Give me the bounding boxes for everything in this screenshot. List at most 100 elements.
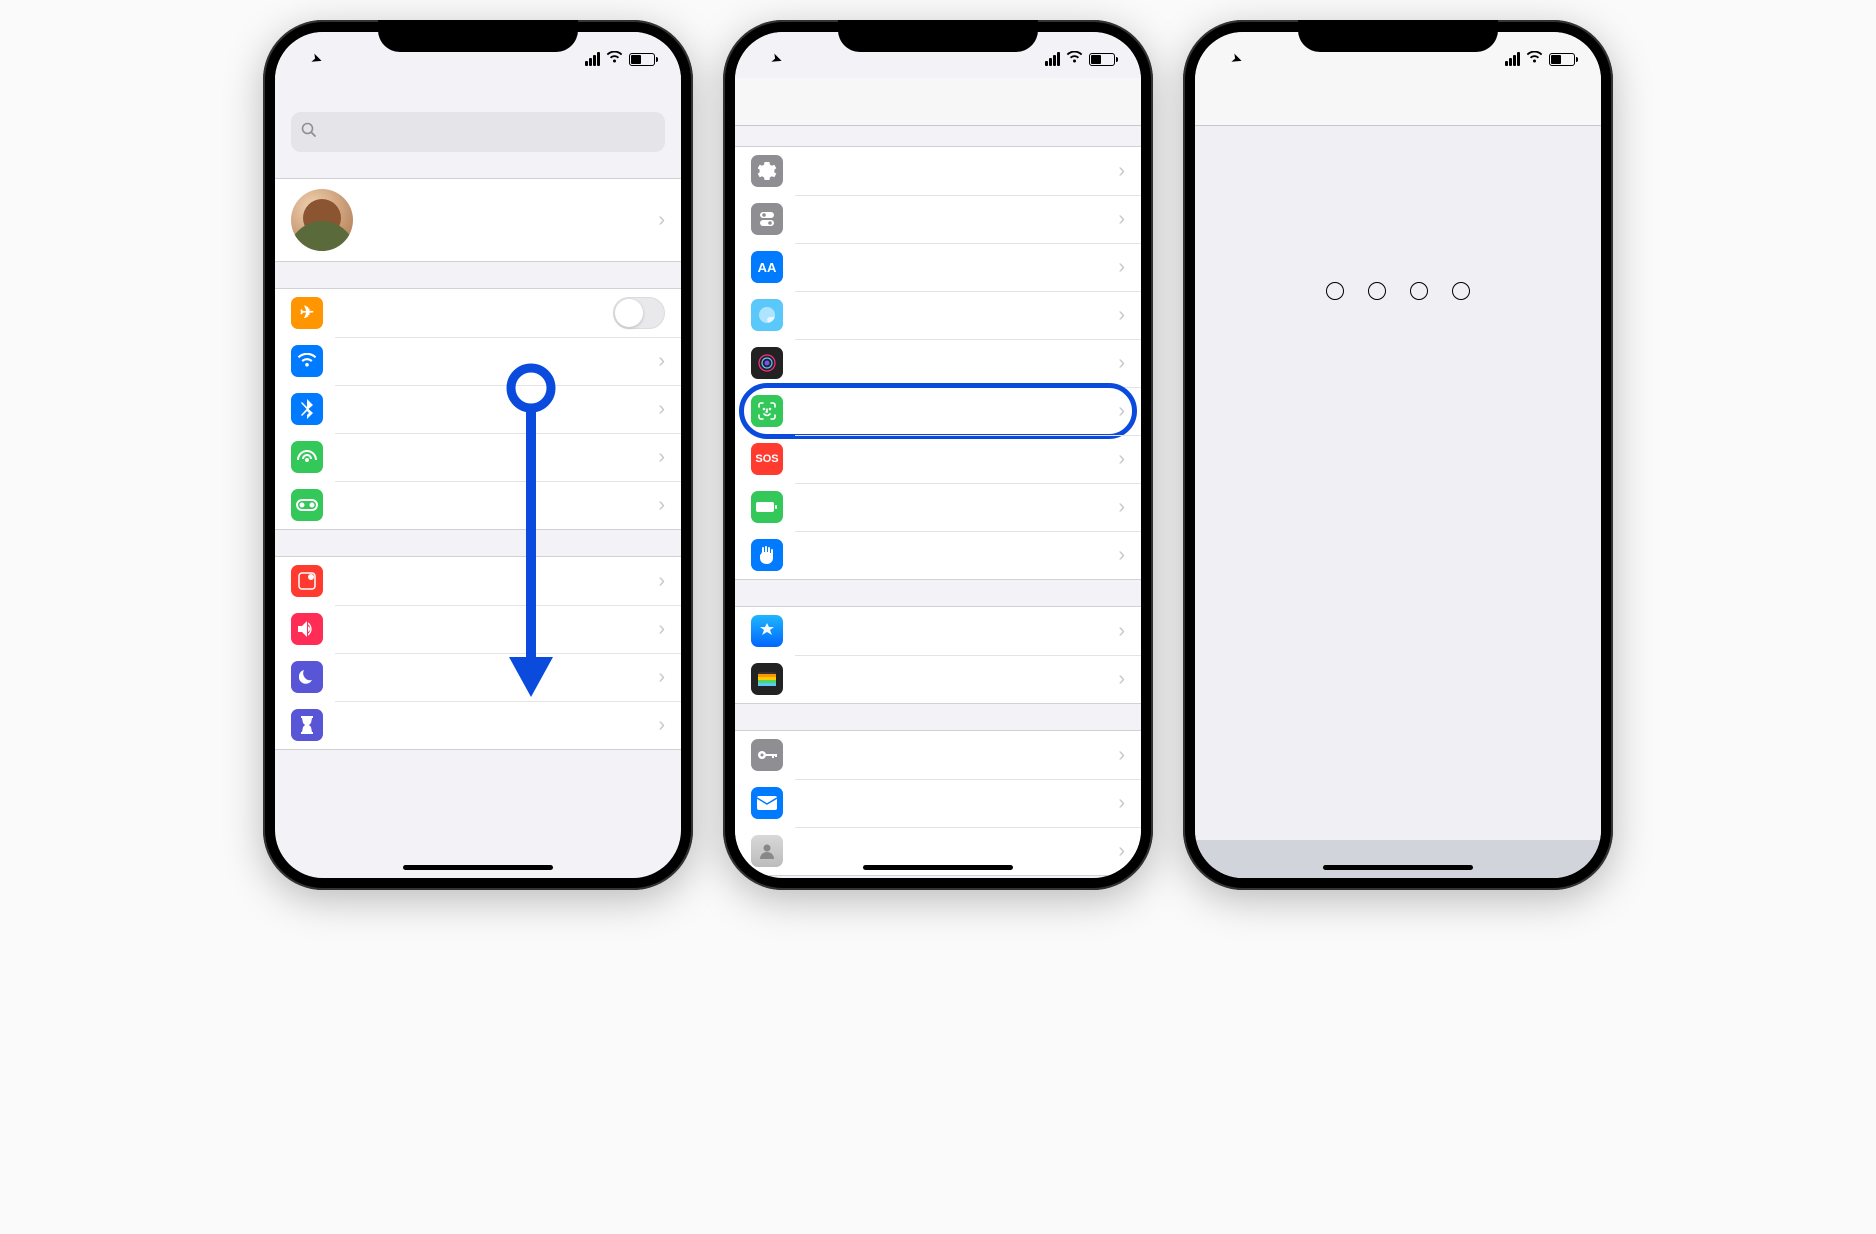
face-id-row[interactable]: ›: [735, 387, 1141, 435]
contacts-icon: [751, 835, 783, 867]
home-indicator[interactable]: [1323, 865, 1473, 870]
settings-content[interactable]: › › AA ›: [735, 126, 1141, 878]
search-icon: [301, 122, 317, 143]
apple-id-row[interactable]: ›: [275, 179, 681, 261]
nav-bar: [735, 78, 1141, 126]
screen-settings-scrolled: ➤ ›: [735, 32, 1141, 878]
chevron-right-icon: ›: [1118, 352, 1125, 375]
cellular-signal-icon: [585, 52, 600, 66]
siri-icon: [751, 347, 783, 379]
bluetooth-row[interactable]: ›: [275, 385, 681, 433]
cellular-row[interactable]: ›: [275, 433, 681, 481]
app-store-icon: [751, 615, 783, 647]
chevron-right-icon: ›: [1118, 304, 1125, 327]
passcode-dot: [1452, 282, 1470, 300]
chevron-right-icon: ›: [1118, 448, 1125, 471]
connectivity-section: ✈ › ›: [275, 288, 681, 530]
location-icon: ➤: [310, 51, 324, 68]
emergency-sos-row[interactable]: SOS ›: [735, 435, 1141, 483]
general-section: › › AA ›: [735, 146, 1141, 580]
chevron-right-icon: ›: [1118, 208, 1125, 231]
location-icon: ➤: [770, 51, 784, 68]
status-indicators: [1045, 51, 1115, 67]
phone-frame-1: ➤: [263, 20, 693, 890]
siri-row[interactable]: ›: [735, 339, 1141, 387]
nav-bar: [1195, 78, 1601, 126]
chevron-right-icon: ›: [658, 350, 665, 373]
cellular-signal-icon: [1505, 52, 1520, 66]
airplane-mode-row[interactable]: ✈: [275, 289, 681, 337]
wifi-icon: [1066, 51, 1083, 67]
wifi-icon: [1526, 51, 1543, 67]
sos-icon: SOS: [751, 443, 783, 475]
passcode-dot: [1410, 282, 1428, 300]
itunes-row[interactable]: ›: [735, 607, 1141, 655]
battery-icon: [1089, 53, 1115, 66]
chevron-right-icon: ›: [658, 714, 665, 737]
settings-content[interactable]: › ✈ ›: [275, 78, 681, 878]
wallet-row[interactable]: ›: [735, 655, 1141, 703]
notifications-row[interactable]: ›: [275, 557, 681, 605]
battery-row[interactable]: ›: [735, 483, 1141, 531]
wifi-settings-icon: [291, 345, 323, 377]
sounds-icon: [291, 613, 323, 645]
airplane-toggle[interactable]: [613, 297, 665, 329]
chevron-right-icon: ›: [1118, 668, 1125, 691]
home-indicator[interactable]: [403, 865, 553, 870]
control-center-row[interactable]: ›: [735, 195, 1141, 243]
chevron-right-icon: ›: [1118, 256, 1125, 279]
key-icon: [751, 739, 783, 771]
phone-frame-3: ➤: [1183, 20, 1613, 890]
privacy-row[interactable]: ›: [735, 531, 1141, 579]
status-indicators: [585, 51, 655, 67]
chevron-right-icon: ›: [1118, 744, 1125, 767]
wifi-row[interactable]: ›: [275, 337, 681, 385]
screentime-row[interactable]: ›: [275, 701, 681, 749]
search-input[interactable]: [291, 112, 665, 152]
home-indicator[interactable]: [863, 865, 1013, 870]
accounts-section: › › ›: [735, 730, 1141, 876]
passcode-dot: [1326, 282, 1344, 300]
general-row[interactable]: ›: [735, 147, 1141, 195]
notifications-section: › › ›: [275, 556, 681, 750]
chevron-right-icon: ›: [658, 570, 665, 593]
passcode-dot: [1368, 282, 1386, 300]
control-center-icon: [751, 203, 783, 235]
moon-icon: [291, 661, 323, 693]
store-section: › ›: [735, 606, 1141, 704]
wifi-icon: [606, 51, 623, 67]
hand-icon: [751, 539, 783, 571]
status-time: ➤: [309, 52, 322, 66]
passcode-dots: [1326, 282, 1470, 300]
mail-row[interactable]: ›: [735, 779, 1141, 827]
display-row[interactable]: AA ›: [735, 243, 1141, 291]
chevron-right-icon: ›: [1118, 620, 1125, 643]
chevron-right-icon: ›: [1118, 792, 1125, 815]
wallet-icon: [751, 663, 783, 695]
display-icon: AA: [751, 251, 783, 283]
screen-settings-main: ➤: [275, 32, 681, 878]
cellular-signal-icon: [1045, 52, 1060, 66]
battery-icon: [629, 53, 655, 66]
chevron-right-icon: ›: [1118, 160, 1125, 183]
hotspot-icon: [291, 489, 323, 521]
sounds-row[interactable]: ›: [275, 605, 681, 653]
chevron-right-icon: ›: [1118, 544, 1125, 567]
chevron-right-icon: ›: [658, 446, 665, 469]
location-icon: ➤: [1230, 51, 1244, 68]
notch: [838, 20, 1038, 52]
chevron-right-icon: ›: [658, 209, 665, 232]
chevron-right-icon: ›: [658, 666, 665, 689]
passcode-body: [1195, 126, 1601, 840]
chevron-right-icon: ›: [658, 494, 665, 517]
hotspot-row[interactable]: ›: [275, 481, 681, 529]
numeric-keypad: [1195, 840, 1601, 878]
dnd-row[interactable]: ›: [275, 653, 681, 701]
notch: [378, 20, 578, 52]
notch: [1298, 20, 1498, 52]
chevron-right-icon: ›: [658, 398, 665, 421]
passwords-row[interactable]: ›: [735, 731, 1141, 779]
page-title: [275, 78, 681, 112]
notifications-icon: [291, 565, 323, 597]
wallpaper-row[interactable]: ›: [735, 291, 1141, 339]
